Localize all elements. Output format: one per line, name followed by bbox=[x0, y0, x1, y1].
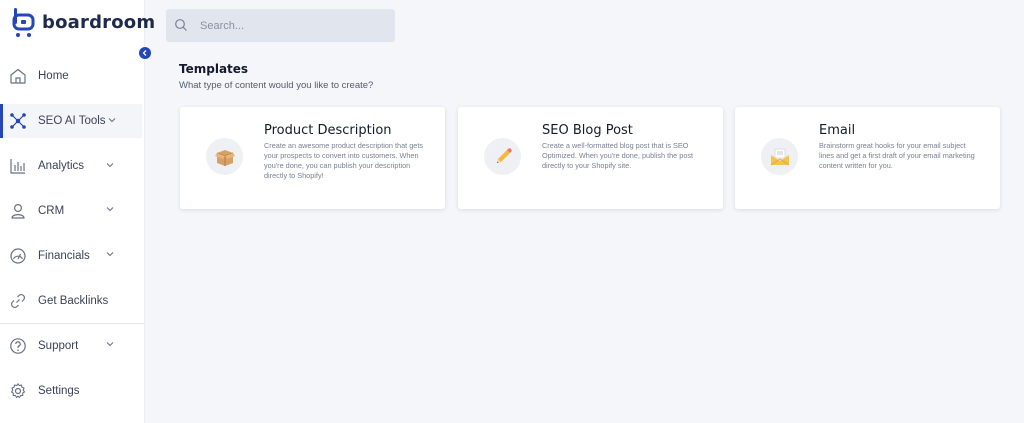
sidebar-item-label: Financials bbox=[38, 250, 90, 262]
search-bar bbox=[166, 9, 395, 42]
templates-subtitle: What type of content would you like to c… bbox=[179, 80, 374, 91]
sidebar-item-get-backlinks[interactable]: Get Backlinks bbox=[0, 284, 142, 318]
boardroom-logo-icon bbox=[12, 8, 35, 37]
envelope-icon bbox=[761, 138, 798, 175]
brand-logo[interactable]: boardroom bbox=[12, 6, 155, 38]
sidebar-item-support[interactable]: Support bbox=[0, 329, 142, 363]
sidebar-item-label: Home bbox=[38, 70, 69, 82]
card-title: Email bbox=[819, 123, 856, 138]
sidebar-collapse-button[interactable] bbox=[139, 47, 151, 59]
sidebar-item-label: Support bbox=[38, 340, 79, 352]
card-description: Create an awesome product description th… bbox=[264, 141, 423, 180]
chevron-down-icon bbox=[108, 118, 116, 123]
sidebar-item-label: CRM bbox=[38, 205, 65, 217]
sidebar-item-seo-ai-tools[interactable]: SEO AI Tools bbox=[0, 104, 142, 138]
sidebar: boardroom Home SEO AI Tools Analytics CR… bbox=[0, 0, 155, 423]
pencil-icon bbox=[484, 138, 521, 175]
sidebar-item-settings[interactable]: Settings bbox=[0, 374, 142, 408]
card-title: SEO Blog Post bbox=[542, 123, 633, 138]
help-icon bbox=[9, 337, 27, 355]
link-icon bbox=[9, 292, 27, 310]
gauge-icon bbox=[9, 247, 27, 265]
chevron-left-icon bbox=[142, 50, 147, 56]
chevron-down-icon bbox=[106, 342, 114, 347]
gear-icon bbox=[9, 382, 27, 400]
chevron-down-icon bbox=[106, 207, 114, 212]
search-input[interactable] bbox=[200, 17, 385, 34]
brand-name: boardroom bbox=[42, 11, 156, 33]
package-icon bbox=[206, 138, 243, 175]
search-icon bbox=[175, 19, 187, 31]
sidebar-item-label: SEO AI Tools bbox=[38, 115, 106, 127]
sidebar-item-label: Settings bbox=[38, 385, 80, 397]
template-card-email[interactable]: Email Brainstorm great hooks for your em… bbox=[735, 107, 1000, 209]
network-icon bbox=[9, 112, 27, 130]
template-card-seo-blog-post[interactable]: SEO Blog Post Create a well-formatted bl… bbox=[458, 107, 723, 209]
sidebar-item-label: Get Backlinks bbox=[38, 295, 109, 307]
sidebar-item-financials[interactable]: Financials bbox=[0, 239, 142, 273]
sidebar-item-analytics[interactable]: Analytics bbox=[0, 149, 142, 183]
chevron-down-icon bbox=[106, 252, 114, 257]
sidebar-divider bbox=[0, 323, 145, 324]
card-description: Brainstorm great hooks for your email su… bbox=[819, 141, 975, 170]
chevron-down-icon bbox=[106, 163, 114, 168]
sidebar-item-home[interactable]: Home bbox=[0, 59, 142, 93]
template-card-product-description[interactable]: Product Description Create an awesome pr… bbox=[180, 107, 445, 209]
sidebar-item-label: Analytics bbox=[38, 160, 85, 172]
home-icon bbox=[9, 67, 27, 85]
card-description: Create a well-formatted blog post that i… bbox=[542, 141, 694, 170]
templates-title: Templates bbox=[179, 62, 249, 76]
sidebar-item-crm[interactable]: CRM bbox=[0, 194, 142, 228]
card-title: Product Description bbox=[264, 123, 392, 138]
user-icon bbox=[9, 202, 27, 220]
bar-chart-icon bbox=[9, 157, 27, 175]
